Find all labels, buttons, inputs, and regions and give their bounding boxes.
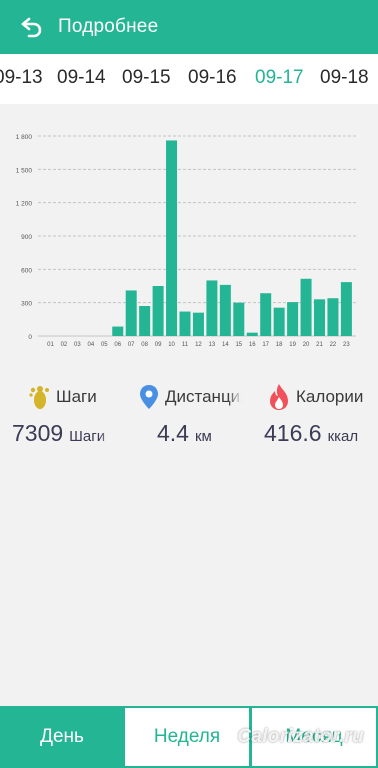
date-selector: 09-13 09-14 09-15 09-16 09-17 09-18: [0, 54, 378, 104]
back-arrow-icon: [21, 17, 42, 38]
y-tick-label: 1 800: [16, 134, 33, 141]
bar: [340, 282, 352, 336]
x-tick-label: 13: [209, 342, 216, 348]
y-tick-label: 900: [21, 234, 32, 241]
tab-day[interactable]: День: [0, 706, 124, 768]
bar: [219, 284, 231, 336]
x-tick-label: 22: [330, 342, 337, 348]
x-tick-label: 19: [289, 342, 296, 348]
x-tick-label: 20: [303, 342, 310, 348]
x-tick-label: 14: [222, 342, 229, 348]
page-title: Подробнее: [58, 16, 159, 37]
bar: [260, 293, 272, 336]
bar: [192, 312, 204, 336]
steps-stat: Шаги 7309 Шаги: [12, 380, 114, 460]
hourly-steps-chart: 0 300 600 900 1 200 1 500 1 800 01 02 03 04 05 06 07 0…: [0, 104, 378, 364]
distance-stat: Дистанция 4.4 км: [139, 380, 242, 460]
date-item[interactable]: 09-18: [320, 67, 369, 89]
bar: [139, 306, 151, 336]
distance-unit: км: [194, 428, 212, 445]
back-button[interactable]: [14, 9, 50, 45]
x-tick-label: 17: [262, 342, 269, 348]
bar: [112, 326, 124, 336]
steps-label: Шаги: [56, 387, 97, 406]
content-area: 0 300 600 900 1 200 1 500 1 800 01 02 03 04 05 06 07 0…: [0, 104, 378, 706]
x-tick-label: 11: [182, 342, 189, 348]
bar: [166, 140, 178, 336]
bar: [287, 302, 299, 336]
footprint-icon: [29, 386, 49, 409]
tab-week[interactable]: Неделя: [124, 706, 251, 768]
y-tick-label: 600: [21, 267, 32, 274]
x-tick-label: 15: [235, 342, 242, 348]
calories-label: Калории: [296, 387, 364, 406]
steps-value: 7309: [12, 420, 64, 446]
chart-svg: 0 300 600 900 1 200 1 500 1 800 01 02 03 04 05 06 07 0…: [16, 134, 356, 348]
distance-value: 4.4: [157, 420, 189, 446]
x-tick-label: 09: [155, 342, 162, 348]
location-pin-icon: [140, 385, 158, 409]
y-tick-label: 0: [28, 334, 32, 341]
y-tick-label: 1 500: [16, 167, 33, 174]
x-tick-label: 10: [168, 342, 175, 348]
x-tick-label: 23: [343, 342, 350, 348]
y-tick-label: 1 200: [16, 201, 33, 208]
stats-row: Шаги 7309 Шаги Дистанция 4.4 км Калории …: [0, 380, 378, 460]
date-item-selected[interactable]: 09-17: [255, 67, 304, 89]
date-item[interactable]: 09-13: [0, 67, 43, 89]
x-tick-label: 21: [316, 342, 323, 348]
date-item[interactable]: 09-14: [57, 67, 106, 89]
x-tick-label: 03: [74, 342, 81, 348]
x-tick-label: 05: [101, 342, 108, 348]
header-bar: Подробнее: [0, 0, 378, 54]
calories-stat: Калории 416.6 ккал: [264, 380, 378, 460]
y-tick-label: 300: [21, 301, 32, 308]
x-tick-label: 06: [114, 342, 121, 348]
bar: [246, 332, 258, 336]
bar: [125, 290, 137, 336]
x-tick-label: 07: [128, 342, 135, 348]
flame-icon: [270, 384, 288, 410]
watermark-text: Calorizator.ru: [237, 726, 364, 747]
x-tick-label: 16: [249, 342, 256, 348]
date-item[interactable]: 09-15: [122, 67, 171, 89]
x-tick-label: 02: [61, 342, 68, 348]
bar: [233, 302, 245, 336]
x-tick-label: 01: [47, 342, 54, 348]
bar: [314, 299, 325, 336]
x-tick-label: 12: [195, 342, 202, 348]
date-item[interactable]: 09-16: [188, 67, 237, 89]
x-tick-label: 08: [141, 342, 148, 348]
calories-unit: ккал: [327, 428, 359, 445]
bar: [179, 311, 191, 336]
calories-value: 416.6: [264, 420, 322, 446]
x-tick-label: 04: [88, 342, 95, 348]
x-tick-label: 18: [276, 342, 283, 348]
bar: [152, 286, 164, 336]
bar: [206, 280, 218, 336]
bar: [327, 298, 339, 336]
bar: [300, 278, 312, 336]
bar: [273, 307, 285, 336]
